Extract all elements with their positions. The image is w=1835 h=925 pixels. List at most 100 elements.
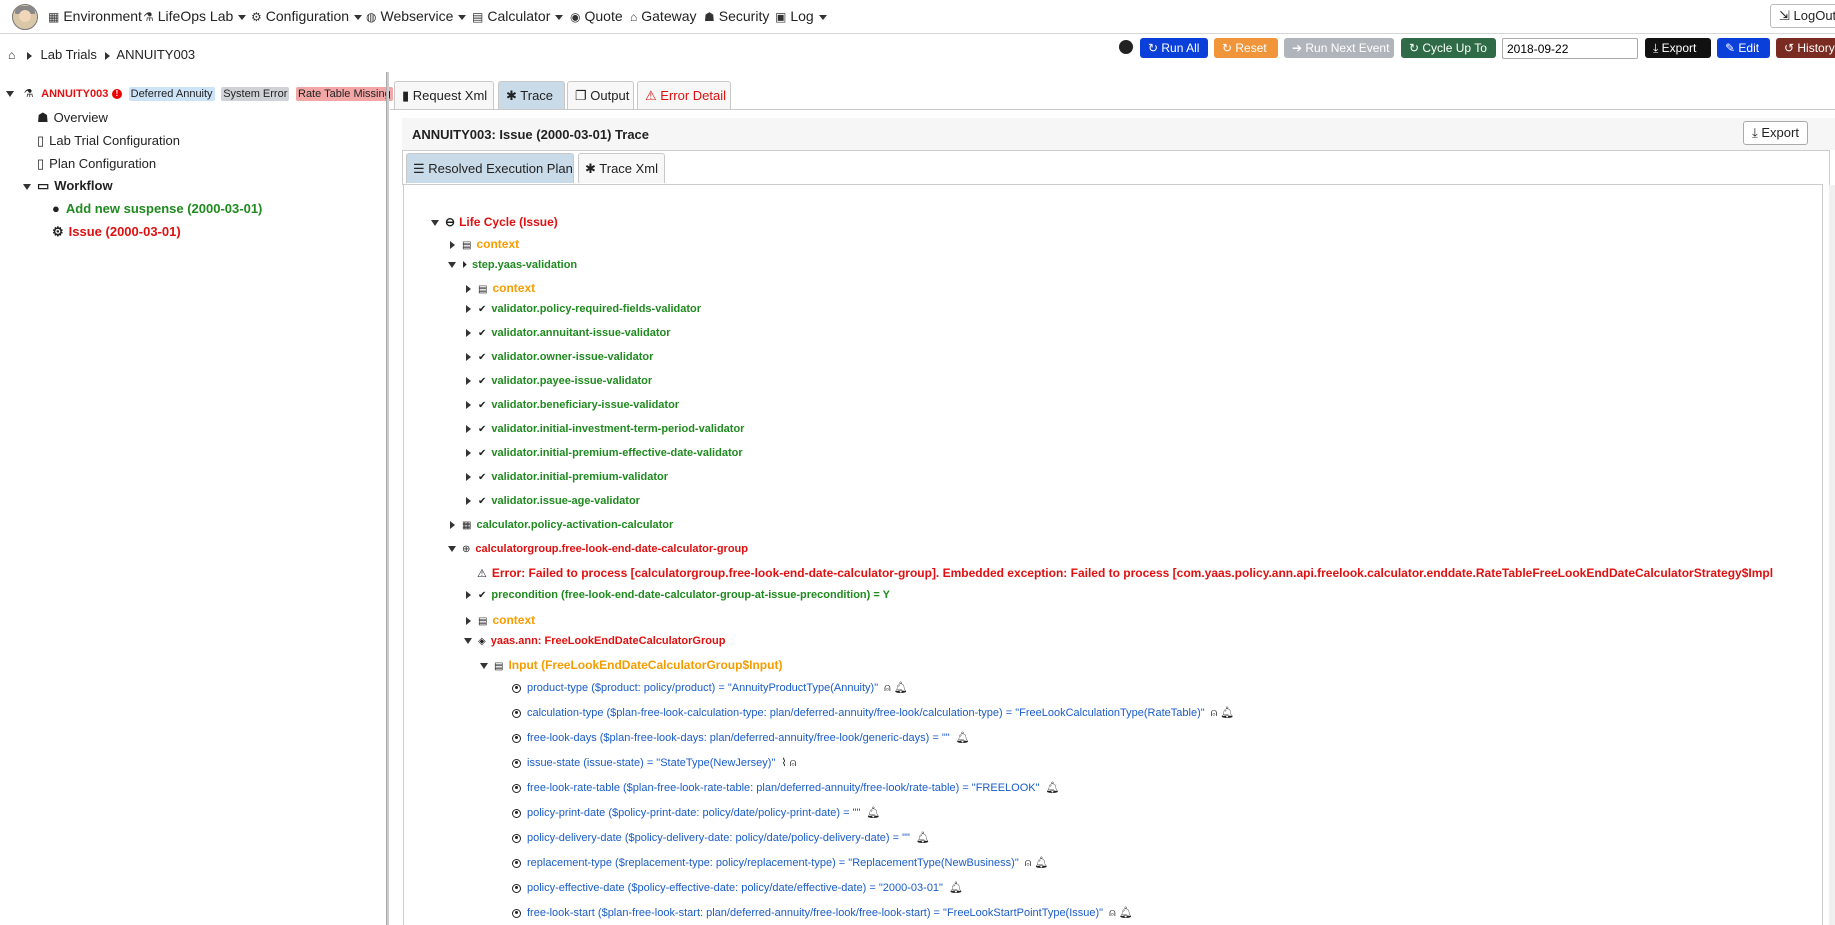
trace-calculator[interactable]: ▦ calculator.policy-activation-calculator [450,519,673,531]
nav-gateway[interactable]: ⌂ Gateway [630,8,697,24]
chevron-down-icon[interactable] [480,662,488,669]
cycle-date-input[interactable] [1502,38,1638,59]
bell-icon[interactable]: 🔔︎ [949,881,963,894]
trace-input-row[interactable]: free-look-days ($plan-free-look-days: pl… [512,731,970,744]
tree-item-event-issue[interactable]: ⚙ Issue (2000-03-01) [52,224,181,240]
nav-configuration[interactable]: ⚙ Configuration [251,8,363,24]
bell-icon[interactable]: 🔔︎ [1046,781,1060,794]
tab-error-detail[interactable]: ⚠ Error Detail [637,81,731,109]
bell-icon[interactable]: 🔔︎ [1220,706,1234,719]
user-search-icon[interactable]: ⍝ [1109,907,1116,920]
trace-validator[interactable]: ✔ validator.owner-issue-validator [466,351,653,363]
trace-validator[interactable]: ✔ validator.beneficiary-issue-validator [466,399,679,411]
trace-input-row[interactable]: replacement-type ($replacement-type: pol… [512,856,1048,870]
chevron-right-icon[interactable] [450,521,455,530]
cycle-up-to-button[interactable]: ↻ Cycle Up To [1401,38,1496,58]
bell-icon[interactable]: 🔔︎ [1034,856,1048,869]
bell-icon[interactable]: 🔔︎ [916,831,930,844]
trace-validator[interactable]: ✔ validator.issue-age-validator [466,495,640,507]
trace-export-button[interactable]: ⤓ Export [1743,121,1808,145]
github-icon[interactable] [1119,40,1133,54]
chevron-right-icon[interactable] [466,591,471,600]
trace-context[interactable]: ▤ context [450,237,519,251]
edit-button[interactable]: ✎ Edit [1717,38,1770,58]
trace-validator[interactable]: ✔ validator.initial-premium-validator [466,471,668,483]
bell-icon[interactable]: 🔔︎ [1119,906,1133,919]
bell-icon[interactable]: 🔔︎ [894,681,908,694]
trace-validator[interactable]: ✔ validator.annuitant-issue-validator [466,327,670,339]
user-avatar[interactable] [12,4,38,30]
trace-input-row[interactable]: policy-print-date ($policy-print-date: p… [512,806,880,819]
run-next-event-button[interactable]: ➔ Run Next Event [1284,38,1394,58]
trace-ann[interactable]: ◈ yaas.ann: FreeLookEndDateCalculatorGrou… [464,635,725,647]
chevron-right-icon[interactable] [466,616,471,625]
chevron-right-icon[interactable] [466,449,471,458]
trace-input-row[interactable]: issue-state (issue-state) = "StateType(N… [512,756,796,770]
bell-icon[interactable]: 🔔︎ [956,731,970,744]
user-search-icon[interactable]: ⍝ [790,757,797,770]
trace-step-context[interactable]: ▤ context [466,281,535,295]
tab-trace-xml[interactable]: ✱ Trace Xml [578,153,665,183]
export-button[interactable]: ⤓ Export [1645,38,1711,58]
nav-environment[interactable]: ▦ Environment [48,8,142,24]
chevron-right-icon[interactable] [466,353,471,362]
chevron-right-icon[interactable] [466,425,471,434]
chevron-right-icon[interactable] [450,240,455,249]
history-button[interactable]: ↺ History [1776,38,1835,58]
home-icon[interactable]: ⌂ [8,48,15,62]
reset-button[interactable]: ↻ Reset [1214,38,1278,58]
chevron-right-icon[interactable] [466,473,471,482]
tree-item-overview[interactable]: ☗ Overview [37,110,108,126]
chevron-right-icon[interactable] [466,377,471,386]
trace-step-validation[interactable]: ⏵ step.yaas-validation [448,259,577,271]
user-search-icon[interactable]: ⍝ [1211,707,1218,720]
tree-root[interactable]: ⚗ ANNUITY003 ! Deferred Annuity System E… [6,85,393,101]
tree-item-plan-config[interactable]: ▯ Plan Configuration [37,156,156,172]
broom-icon[interactable]: ⌇ [781,756,786,769]
breadcrumb-lab-trials[interactable]: Lab Trials [41,47,97,62]
trace-validator[interactable]: ✔ validator.initial-premium-effective-dat… [466,447,743,459]
trace-calculator-group[interactable]: ⊕ calculatorgroup.free-look-end-date-calc… [448,543,748,555]
tree-item-event-suspense[interactable]: ● Add new suspense (2000-03-01) [52,201,262,216]
chevron-down-icon[interactable] [448,262,456,269]
bell-icon[interactable]: 🔔︎ [866,806,880,819]
chevron-down-icon[interactable] [431,219,439,226]
tab-trace[interactable]: ✱ Trace [498,81,565,109]
nav-log[interactable]: ▣ Log [775,8,827,24]
trace-group-context[interactable]: ▤ context [466,613,535,627]
trace-input-row[interactable]: free-look-rate-table ($plan-free-look-ra… [512,781,1060,794]
chevron-right-icon[interactable] [466,401,471,410]
nav-lifeops-lab[interactable]: ⚗ LifeOps Lab [143,8,247,24]
trace-lifecycle[interactable]: ⊖ Life Cycle (Issue) [431,215,558,229]
tree-item-lab-trial-config[interactable]: ▯ Lab Trial Configuration [37,133,180,149]
chevron-down-icon[interactable] [464,638,472,645]
trace-input-row[interactable]: free-look-start ($plan-free-look-start: … [512,906,1133,920]
run-all-button[interactable]: ↻ Run All [1140,38,1208,58]
trace-input-row[interactable]: calculation-type ($plan-free-look-calcul… [512,706,1234,720]
vertical-scrollbar[interactable] [1829,185,1835,925]
nav-quote[interactable]: ◉ Quote [570,8,623,24]
chevron-down-icon[interactable] [6,90,14,97]
user-search-icon[interactable]: ⍝ [1025,857,1032,870]
tab-resolved-execution-plan[interactable]: ☰ Resolved Execution Plan [406,153,574,183]
trace-validator[interactable]: ✔ validator.payee-issue-validator [466,375,652,387]
chevron-right-icon[interactable] [466,497,471,506]
trace-validator[interactable]: ✔ validator.initial-investment-term-perio… [466,423,744,435]
tab-request-xml[interactable]: ▮ Request Xml [394,81,494,109]
trace-input[interactable]: ▤ Input (FreeLookEndDateCalculatorGroup$I… [480,658,782,672]
chevron-down-icon[interactable] [23,183,31,190]
nav-webservice[interactable]: ◍ Webservice [366,8,467,24]
nav-calculator[interactable]: ▤ Calculator [472,8,564,24]
chevron-down-icon[interactable] [448,546,456,553]
nav-security[interactable]: ☗ Security [704,8,769,24]
logout-button[interactable]: ⇲ LogOut [1770,4,1835,28]
trace-precondition[interactable]: ✔ precondition (free-look-end-date-calcul… [466,589,890,601]
chevron-right-icon[interactable] [466,284,471,293]
trace-input-row[interactable]: product-type ($product: policy/product) … [512,681,908,695]
chevron-right-icon[interactable] [466,305,471,314]
trace-validator[interactable]: ✔ validator.policy-required-fields-valida… [466,303,701,315]
chevron-right-icon[interactable] [466,329,471,338]
trace-input-row[interactable]: policy-effective-date ($policy-effective… [512,881,963,894]
trace-input-row[interactable]: policy-delivery-date ($policy-delivery-d… [512,831,930,844]
tab-output[interactable]: ❐ Output [567,81,634,109]
